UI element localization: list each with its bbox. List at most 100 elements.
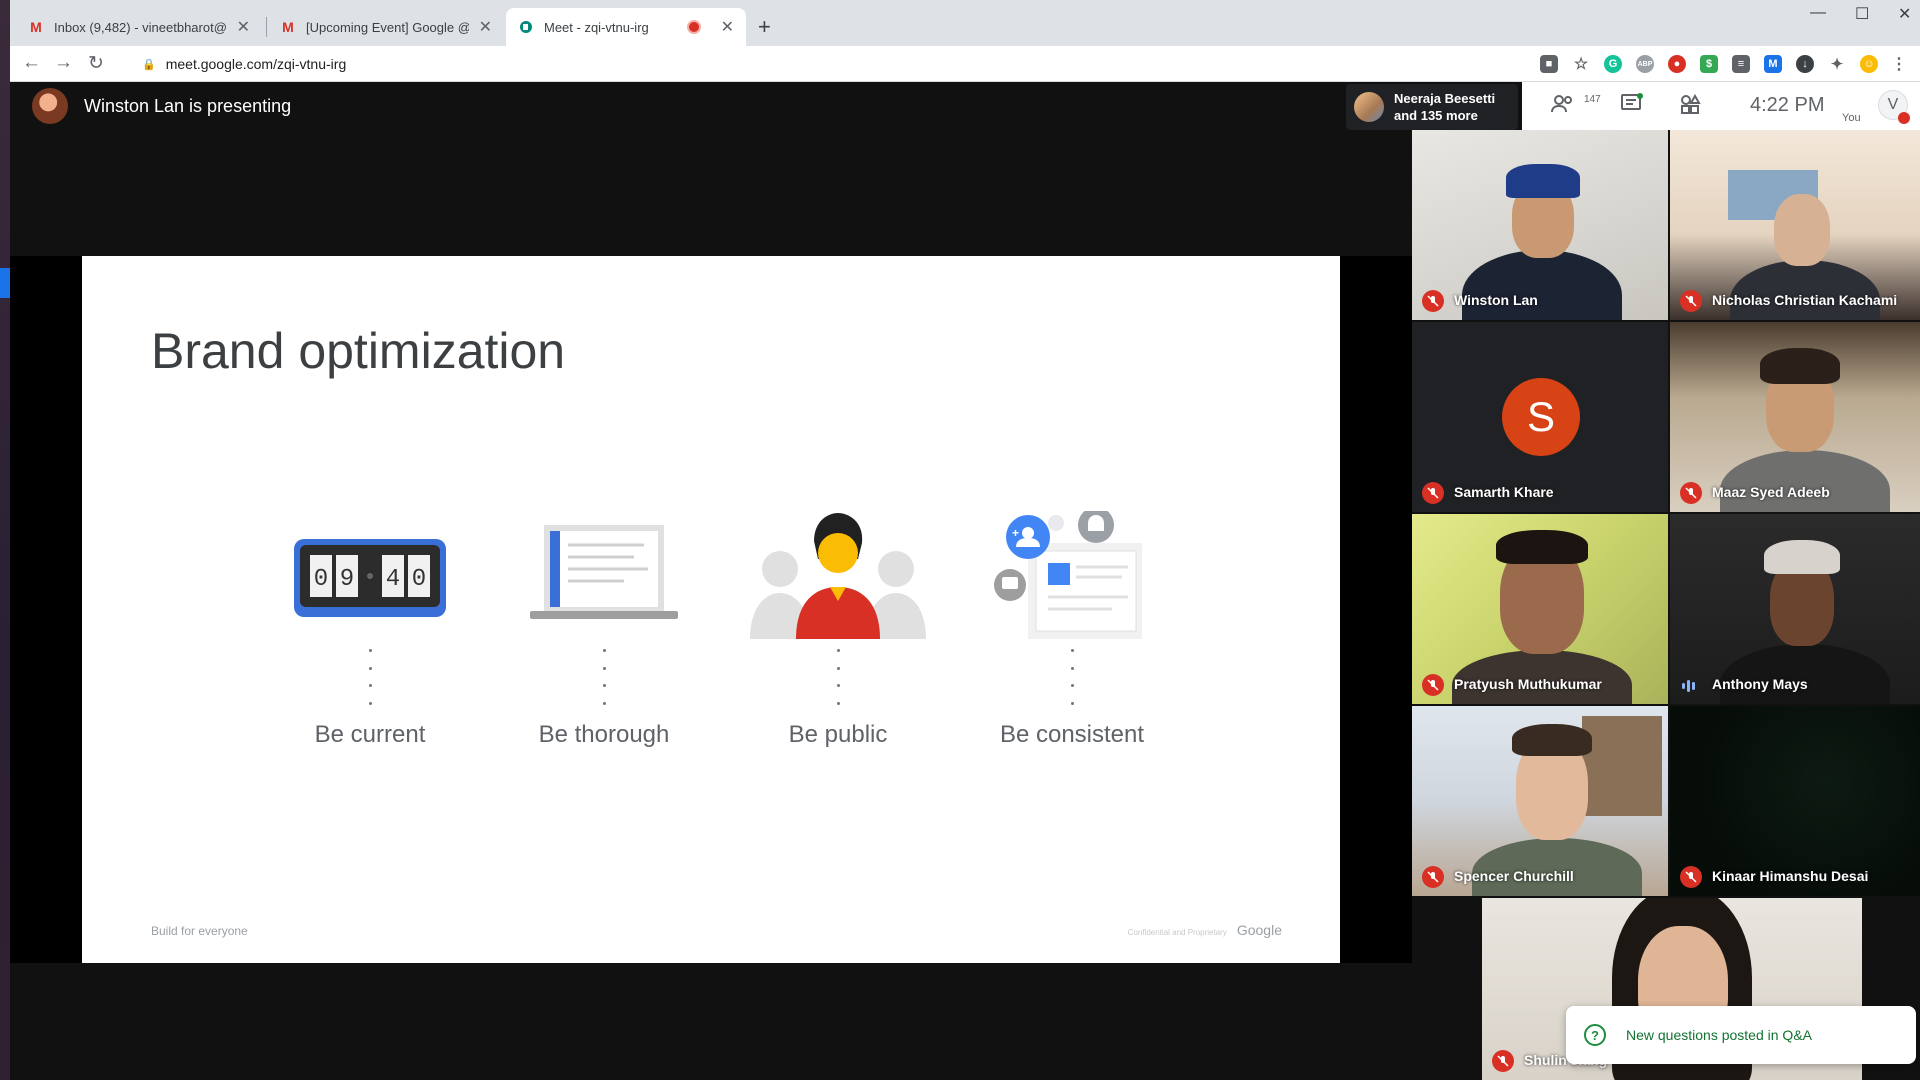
back-icon[interactable]: ←	[22, 52, 41, 74]
participant-name: Nicholas Christian Kachami	[1712, 292, 1898, 308]
grammarly-icon[interactable]: G	[1604, 55, 1622, 73]
mic-off-icon	[1680, 482, 1702, 504]
participant-name: Pratyush Muthukumar	[1454, 676, 1602, 692]
extension-m-icon[interactable]: M	[1764, 55, 1782, 73]
slide-footer-left: Build for everyone	[151, 924, 248, 938]
mic-off-icon	[1422, 866, 1444, 888]
tab-title: [Upcoming Event] Google @UCI	[306, 19, 469, 35]
slide-item-label: Be public	[788, 721, 888, 748]
url-field[interactable]: 🔒 meet.google.com/zqi-vtnu-irg	[128, 50, 1538, 78]
dotted-connector	[602, 649, 606, 705]
tab-separator	[266, 17, 267, 37]
lock-icon: 🔒	[142, 58, 156, 71]
slide-footer-google: Google	[1236, 922, 1282, 938]
download-icon[interactable]: ↓	[1796, 55, 1814, 73]
slide-item-label: Be consistent	[999, 721, 1145, 748]
tab-bar: M Inbox (9,482) - vineetbharot@gm ✕ M [U…	[10, 0, 1920, 46]
close-tab-icon[interactable]: ✕	[479, 17, 492, 37]
presenter-banner: Winston Lan is presenting	[32, 88, 291, 124]
tab-title: Meet - zqi-vtnu-irg	[544, 19, 649, 35]
mic-off-icon	[1422, 290, 1444, 312]
slide-title: Brand optimization	[151, 323, 566, 379]
people-group-icon	[738, 511, 938, 641]
people-icon[interactable]	[1550, 92, 1576, 122]
gmail-icon: M	[282, 19, 294, 35]
mic-off-icon	[1680, 290, 1702, 312]
mic-off-icon	[1422, 482, 1444, 504]
participant-name: Anthony Mays	[1712, 676, 1808, 692]
tab-title: Inbox (9,482) - vineetbharot@gm	[54, 19, 227, 35]
participant-tile[interactable]: Kinaar Himanshu Desai	[1670, 706, 1920, 896]
clock-digit: 9	[340, 566, 354, 593]
participant-name: Kinaar Himanshu Desai	[1712, 868, 1869, 884]
tab-upcoming-event[interactable]: M [Upcoming Event] Google @UCI ✕	[268, 8, 504, 46]
tab-inbox[interactable]: M Inbox (9,482) - vineetbharot@gm ✕	[16, 8, 262, 46]
minimize-icon[interactable]: —	[1810, 4, 1826, 22]
close-window-icon[interactable]: ✕	[1898, 4, 1911, 24]
close-tab-icon[interactable]: ✕	[721, 17, 734, 37]
meet-toolbar: 147 4:22 PM You V	[1522, 82, 1920, 130]
slide-item-current: 0 9 4 0 Be current	[270, 511, 470, 749]
laptop-icon	[504, 511, 704, 641]
participant-tile[interactable]: Spencer Churchill	[1412, 706, 1668, 896]
activities-icon[interactable]	[1678, 92, 1702, 122]
slide-item-label: Be current	[314, 721, 426, 748]
dotted-connector	[836, 649, 840, 705]
clock-digit: 4	[386, 566, 400, 593]
browser-window: M Inbox (9,482) - vineetbharot@gm ✕ M [U…	[10, 0, 1920, 1080]
dotted-connector	[1070, 649, 1074, 705]
reload-icon[interactable]: ↻	[88, 52, 104, 75]
svg-text:+: +	[1012, 526, 1019, 540]
forward-icon[interactable]: →	[54, 52, 73, 74]
qa-notification[interactable]: ? New questions posted in Q&A	[1566, 1006, 1916, 1064]
extension-green-icon[interactable]: $	[1700, 55, 1718, 73]
profile-emoji-icon[interactable]: ☺	[1860, 55, 1878, 73]
participant-name: Spencer Churchill	[1454, 868, 1574, 884]
mic-off-icon	[1492, 1050, 1514, 1072]
slide-item-consistent: + Be consistent	[972, 507, 1172, 749]
url-text: meet.google.com/zqi-vtnu-irg	[165, 56, 347, 72]
recording-indicator	[688, 22, 699, 32]
slide-footer-confidential: Confidential and Proprietary	[1127, 928, 1227, 937]
participant-tile[interactable]: Winston Lan	[1412, 130, 1668, 320]
meet-top-right: Neeraja Beesetti and 135 more 147 4:22 P…	[1346, 82, 1920, 130]
close-tab-icon[interactable]: ✕	[237, 17, 250, 37]
self-muted-badge	[1898, 112, 1910, 124]
dotted-connector	[368, 649, 372, 705]
avatar	[32, 88, 68, 124]
avatar	[1354, 92, 1384, 122]
adblock-icon[interactable]: ABP	[1636, 55, 1654, 73]
extensions-puzzle-icon[interactable]: ✦	[1828, 55, 1846, 73]
chat-icon[interactable]	[1620, 92, 1644, 122]
qa-notification-text: New questions posted in Q&A	[1626, 1027, 1812, 1043]
maximize-icon[interactable]: ☐	[1855, 4, 1869, 24]
mic-off-icon	[1680, 866, 1702, 888]
question-icon: ?	[1584, 1024, 1606, 1046]
highlight-name: Neeraja Beesetti	[1394, 91, 1496, 106]
participant-tile[interactable]: Maaz Syed Adeeb	[1670, 322, 1920, 512]
participant-tile[interactable]: Nicholas Christian Kachami	[1670, 130, 1920, 320]
address-bar: ← → ↻ 🔒 meet.google.com/zqi-vtnu-irg ■ ☆…	[10, 46, 1920, 82]
bookmark-star-icon[interactable]: ☆	[1572, 55, 1590, 73]
slide-item-label: Be thorough	[538, 721, 670, 748]
meeting-clock: 4:22 PM	[1750, 94, 1825, 116]
slide-item-thorough: Be thorough	[504, 511, 704, 749]
new-tab-button[interactable]: +	[758, 14, 771, 40]
slide-item-public: Be public	[738, 511, 938, 749]
extension-red-icon[interactable]: ●	[1668, 55, 1686, 73]
highlight-participant[interactable]: Neeraja Beesetti and 135 more	[1346, 84, 1518, 130]
participant-tile[interactable]: Pratyush Muthukumar	[1412, 514, 1668, 704]
you-label: You	[1842, 112, 1861, 124]
camera-icon[interactable]: ■	[1540, 55, 1558, 73]
menu-icon[interactable]: ⋮	[1890, 55, 1908, 73]
flip-clock-icon: 0 9 4 0	[270, 511, 470, 641]
participant-name: Maaz Syed Adeeb	[1712, 484, 1830, 500]
gmail-icon: M	[30, 19, 42, 35]
participant-tile[interactable]: S Samarth Khare	[1412, 322, 1668, 512]
extension-list-icon[interactable]: ≡	[1732, 55, 1750, 73]
participant-tile[interactable]: Anthony Mays	[1670, 514, 1920, 704]
meet-icon	[518, 19, 534, 35]
participant-name: Samarth Khare	[1454, 484, 1554, 500]
speaking-indicator-icon	[1682, 680, 1695, 692]
tab-meet[interactable]: Meet - zqi-vtnu-irg ✕	[506, 8, 746, 46]
